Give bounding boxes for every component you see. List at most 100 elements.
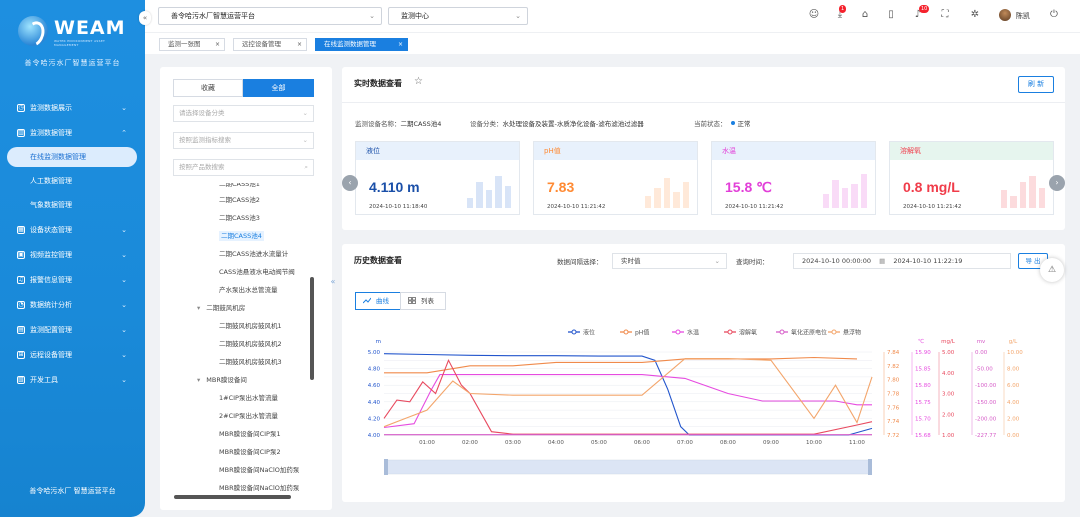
tree-node[interactable]: 二期鼓风机房鼓风机3 xyxy=(173,353,316,371)
tree-node[interactable]: 二期鼓风机房鼓风机1 xyxy=(173,317,316,335)
sidebar-collapse-button[interactable]: « xyxy=(139,11,151,25)
sidebar-item-3[interactable]: ▣ 视频监控管理 ⌄ xyxy=(0,242,145,267)
tree-node[interactable]: 二期CASS池2 xyxy=(173,191,316,209)
sidebar-item-2[interactable]: ▦ 设备状态管理 ⌄ xyxy=(0,217,145,242)
tree-node[interactable]: 二期CASS池4 xyxy=(173,227,316,245)
all-toggle[interactable]: 全部 xyxy=(243,79,314,97)
zoom-window[interactable] xyxy=(386,460,870,474)
tree-node[interactable]: 二期CASS池3 xyxy=(173,209,316,227)
decorative-bars xyxy=(467,172,512,208)
legend-label[interactable]: 悬浮物 xyxy=(843,329,861,337)
metric-card[interactable]: 溶解氧 0.8 mg/L 2024-10-10 11:21:42 xyxy=(889,141,1054,215)
sidebar-item-8[interactable]: ▧ 开发工具 ⌄ xyxy=(0,367,145,392)
tab-online-monitor[interactable]: 在线监测数据管理 × xyxy=(315,38,408,51)
chevron-down-icon: ⌄ xyxy=(302,109,308,117)
date-range-picker[interactable]: 2024-10-10 00:00:00 ▦ 2024-10-10 11:22:1… xyxy=(793,253,1011,269)
fullscreen-icon[interactable]: ⛶ xyxy=(938,8,952,22)
tree-node[interactable]: CASS池悬液水电动阀节阀 xyxy=(173,263,316,281)
username[interactable]: 陈凯 xyxy=(1016,11,1030,21)
sidebar-item-label: 远程设备管理 xyxy=(30,350,72,359)
chevron-down-icon: ⌄ xyxy=(302,136,308,144)
tree-node[interactable]: 二期鼓风机房鼓风机2 xyxy=(173,335,316,353)
tree-horizontal-scrollbar[interactable] xyxy=(174,495,291,499)
sidebar-item-5[interactable]: ◔ 数据统计分析 ⌄ xyxy=(0,292,145,317)
view-curve-tab[interactable]: 曲线 xyxy=(355,292,401,310)
zoom-handle-left[interactable] xyxy=(384,459,388,475)
tab-remote-device[interactable]: 远控设备管理 × xyxy=(233,38,307,51)
view-list-tab[interactable]: 列表 xyxy=(400,292,446,310)
home-icon[interactable]: ⌂ xyxy=(858,8,872,22)
book-icon[interactable]: ▯ xyxy=(884,8,898,22)
tree-node[interactable]: MBR膜设备间NaClO加药泵 xyxy=(173,461,316,479)
legend-label[interactable]: 水温 xyxy=(687,329,699,337)
robot-icon[interactable]: ☺ xyxy=(807,8,821,22)
close-icon[interactable]: × xyxy=(398,39,403,50)
sidebar-item-4[interactable]: ♫ 报警信息管理 ⌄ xyxy=(0,267,145,292)
sidebar-subitem-0[interactable]: 在线监测数据管理 xyxy=(7,147,137,167)
star-icon[interactable]: ☆ xyxy=(414,76,423,87)
legend-label[interactable]: 液位 xyxy=(583,329,595,337)
legend-label[interactable]: pH值 xyxy=(635,329,649,337)
cards-prev-button[interactable]: ‹ xyxy=(342,175,358,191)
axis-unit: mg/L xyxy=(941,339,956,345)
y-tick-label: -150.00 xyxy=(975,400,997,406)
chevron-down-icon: ⌄ xyxy=(369,12,375,20)
sidebar-item-1[interactable]: ▥ 监测数据管理 ⌃ xyxy=(0,120,145,145)
product-search-placeholder: 按照产品数搜索 xyxy=(179,163,225,171)
tree-node[interactable]: ▾ 二期鼓风机房 xyxy=(173,299,316,317)
history-chart[interactable]: 液位 pH值 水温 溶解氧 氧化还原电位 悬浮物 m 5.00 4.80 4.60 4.40 4.20… xyxy=(342,314,1065,502)
panel-collapse-button[interactable]: « xyxy=(327,277,339,291)
x-tick-label: 03:00 xyxy=(505,440,521,446)
sidebar-item-6[interactable]: ▤ 监测配置管理 ⌄ xyxy=(0,317,145,342)
tree-node-label: 二期CASS池进水流量计 xyxy=(219,250,289,258)
tree-node[interactable]: MBR膜设备间CIP泵2 xyxy=(173,443,316,461)
refresh-button[interactable]: 刷 新 xyxy=(1018,76,1054,93)
settings-icon[interactable]: ✲ xyxy=(968,8,982,22)
zoom-handle-right[interactable] xyxy=(868,459,872,475)
module-select[interactable]: 监测中心 ⌄ xyxy=(388,7,528,25)
tree-node[interactable]: MBR膜设备间CIP泵1 xyxy=(173,425,316,443)
tree-node[interactable]: 产水泵出水总管流量 xyxy=(173,281,316,299)
sidebar-subitem-1[interactable]: 人工数据管理 xyxy=(0,169,145,193)
metric-card[interactable]: 水温 15.8 ℃ 2024-10-10 11:21:42 xyxy=(711,141,876,215)
tree-node[interactable]: 2#CIP泵出水管流量 xyxy=(173,407,316,425)
sidebar-subitem-2[interactable]: 气象数据管理 xyxy=(0,193,145,217)
category-select[interactable]: 请选择设备分类 ⌄ xyxy=(173,105,314,122)
legend-label[interactable]: 溶解氧 xyxy=(739,329,757,337)
tree-node[interactable]: 二期CASS池1 xyxy=(173,183,316,191)
y-tick-label: 15.68 xyxy=(915,433,931,439)
power-icon[interactable]: ⏻ xyxy=(1047,8,1061,22)
sidebar-item-0[interactable]: ◷ 监测数据展示 ⌄ xyxy=(0,95,145,120)
product-search-input[interactable]: 按照产品数搜索 ⌕ xyxy=(173,159,314,176)
cards-next-button[interactable]: › xyxy=(1049,175,1065,191)
close-icon[interactable]: × xyxy=(297,39,302,50)
indicator-select[interactable]: 按照监测指标搜索 ⌄ xyxy=(173,132,314,149)
site-select[interactable]: 善令哈污水厂智慧运营平台 ⌄ xyxy=(158,7,382,25)
interval-select[interactable]: 实时值 ⌄ xyxy=(612,253,727,269)
tree-node[interactable]: 二期CASS池进水流量计 xyxy=(173,245,316,263)
series-line[interactable] xyxy=(383,374,872,429)
decorative-bar xyxy=(1038,188,1046,208)
tree-node-label: 二期鼓风机房鼓风机1 xyxy=(219,322,282,330)
series-line[interactable] xyxy=(384,356,858,374)
axis-unit: mv xyxy=(977,339,986,345)
tab-monitor-map[interactable]: 监测一张图 × xyxy=(159,38,225,51)
view-list-label: 列表 xyxy=(421,297,434,305)
series-line[interactable] xyxy=(383,353,873,436)
caret-down-icon[interactable]: ▾ xyxy=(197,304,200,312)
caret-down-icon[interactable]: ▾ xyxy=(197,376,200,384)
metric-card[interactable]: 液位 4.110 m 2024-10-10 11:18:40 xyxy=(355,141,520,215)
y-tick-label: -50.00 xyxy=(975,367,993,373)
close-icon[interactable]: × xyxy=(215,39,220,50)
tree-vertical-scrollbar[interactable] xyxy=(310,277,314,380)
legend-label[interactable]: 氧化还原电位 xyxy=(791,329,827,337)
axis-unit: m xyxy=(376,339,381,345)
tree-node-label: 二期CASS池4 xyxy=(219,231,264,241)
tree-node[interactable]: ▾ MBR膜设备间 xyxy=(173,371,316,389)
metric-card[interactable]: pH值 7.83 2024-10-10 11:21:42 xyxy=(533,141,698,215)
tree-node[interactable]: 1#CIP泵出水管流量 xyxy=(173,389,316,407)
avatar[interactable] xyxy=(999,9,1011,21)
alarm-float-icon[interactable]: ⚠ xyxy=(1040,258,1064,282)
sidebar-item-7[interactable]: ⊞ 远程设备管理 ⌄ xyxy=(0,342,145,367)
favorites-toggle[interactable]: 收藏 xyxy=(173,79,243,97)
